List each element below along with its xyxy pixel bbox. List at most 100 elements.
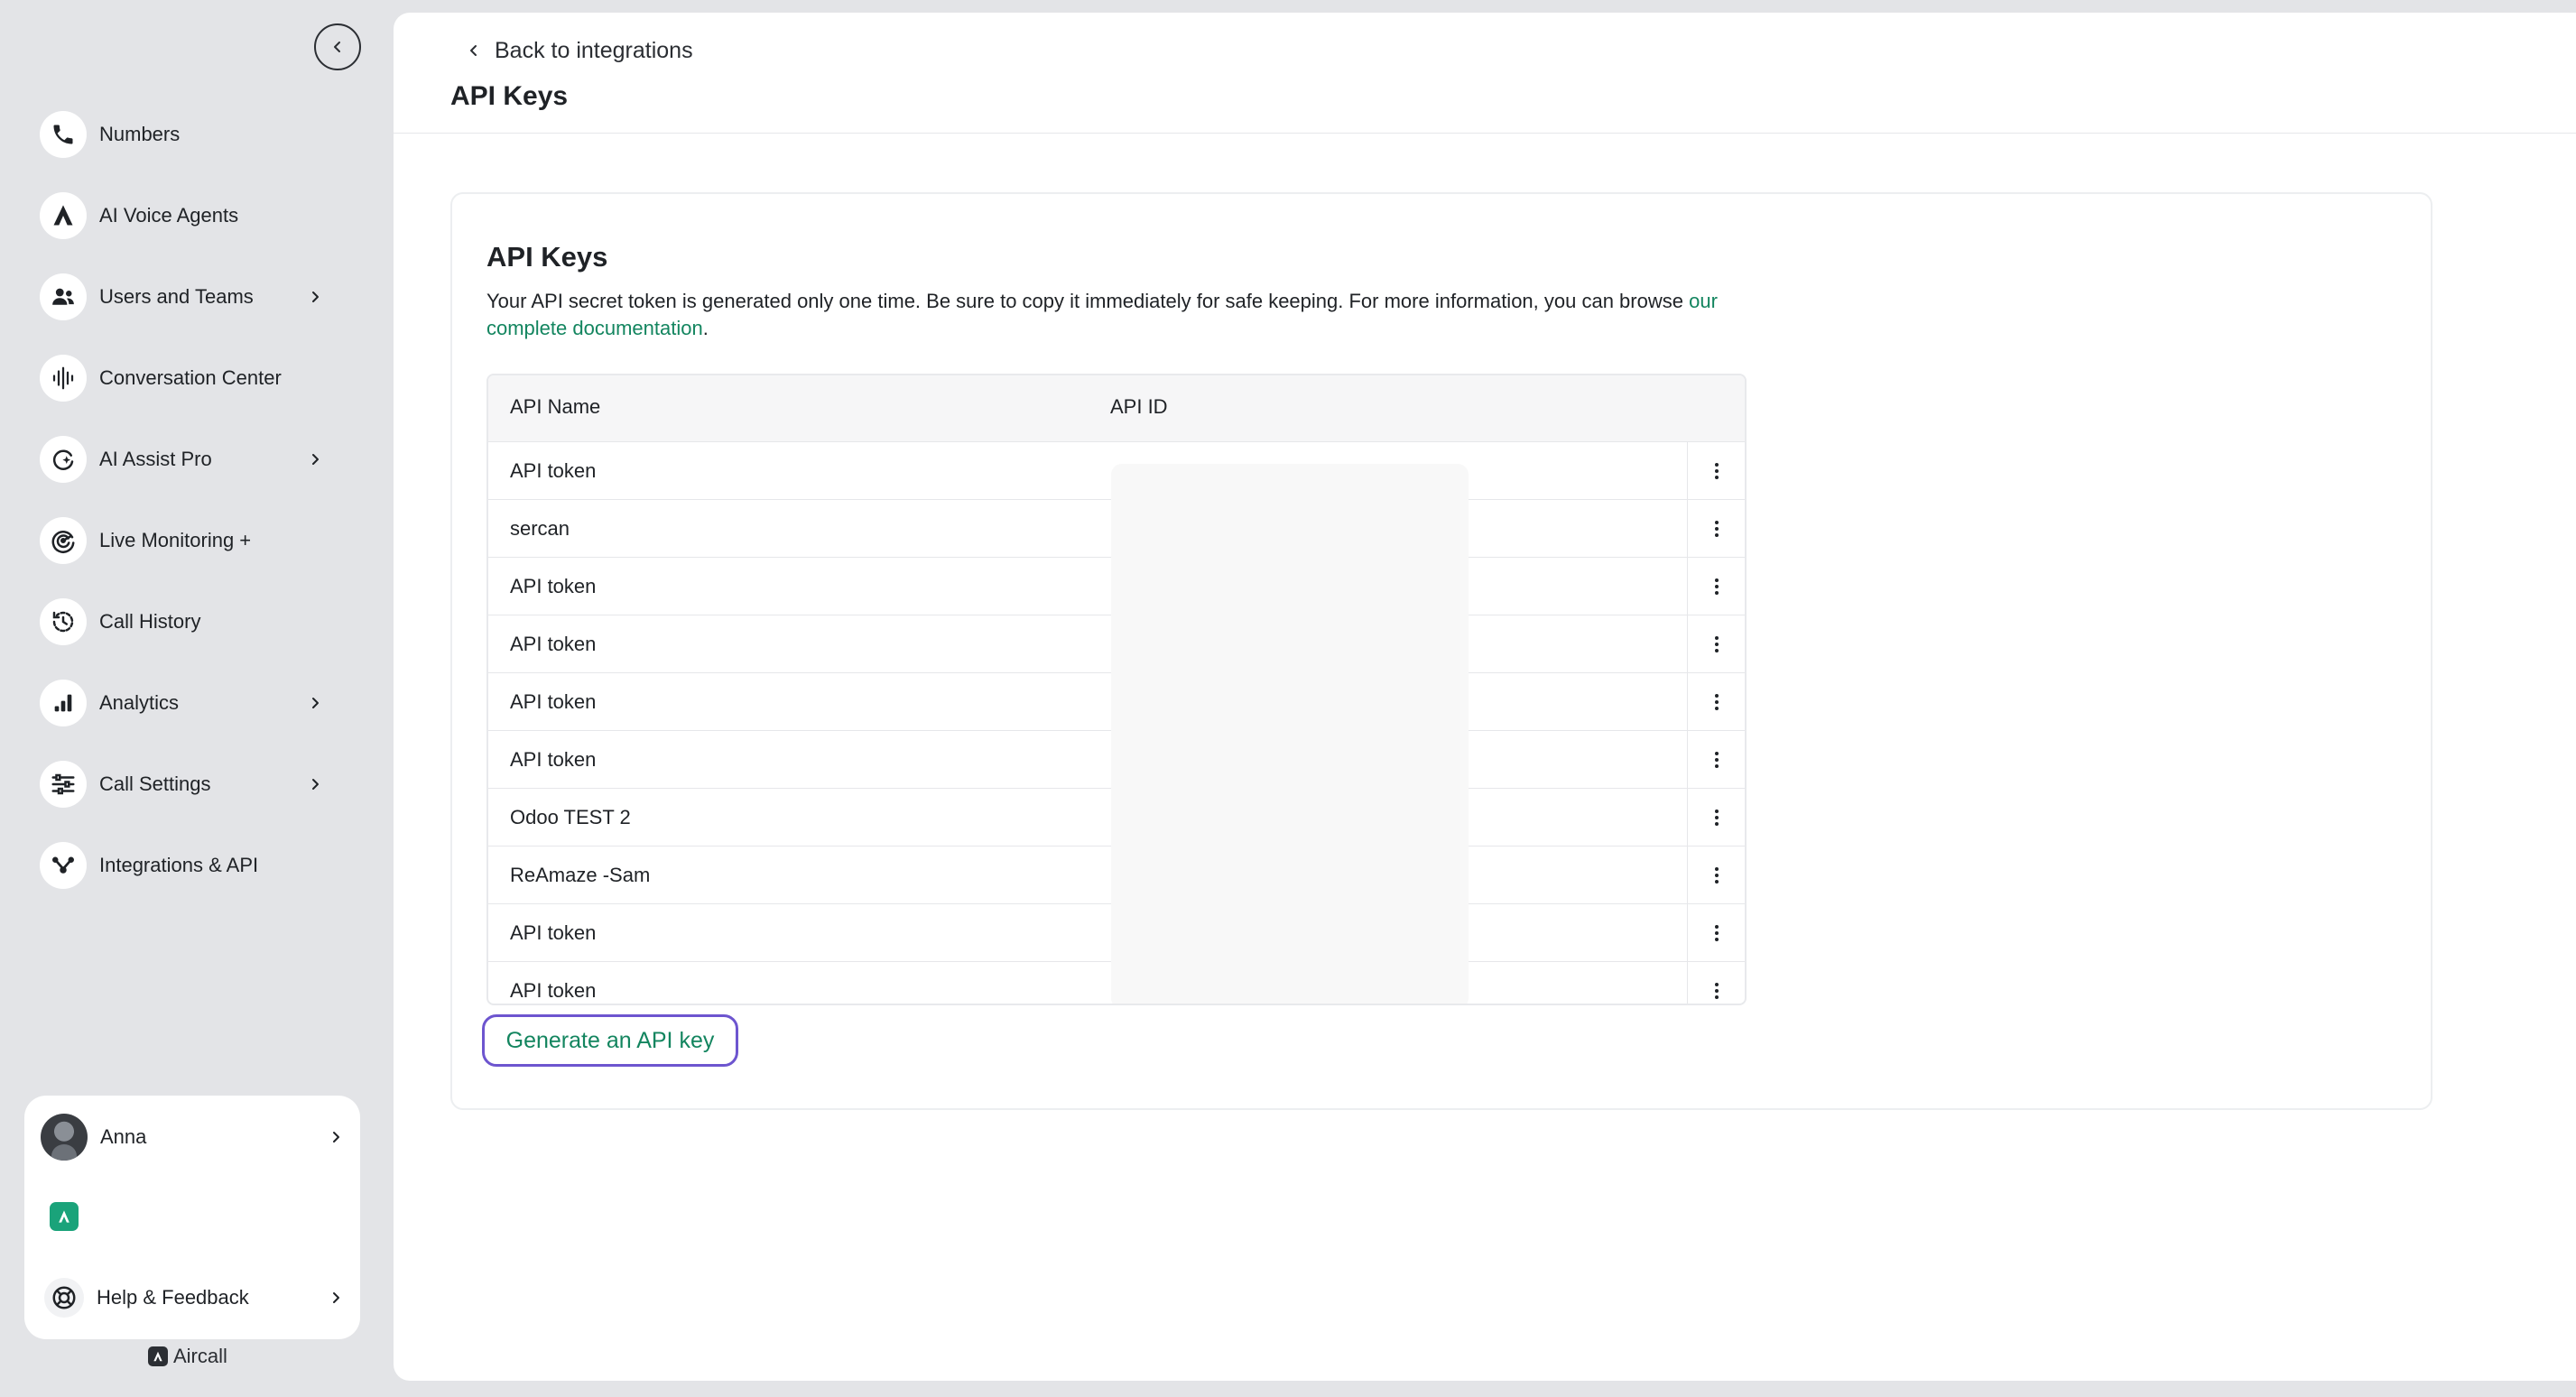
sidebar-item-label: Users and Teams bbox=[99, 285, 254, 308]
more-vertical-icon bbox=[1714, 983, 1719, 999]
table-header: API Name API ID bbox=[488, 375, 1745, 442]
analytics-icon bbox=[40, 680, 87, 726]
api-name-cell: API token bbox=[510, 575, 597, 597]
chevron-left-icon bbox=[469, 44, 478, 57]
row-actions-button[interactable] bbox=[1687, 962, 1745, 1004]
sidebar-item-call-history[interactable]: Call History bbox=[40, 581, 329, 662]
more-vertical-icon bbox=[1714, 694, 1719, 710]
page-title: API Keys bbox=[450, 81, 569, 111]
redacted-api-id-column bbox=[1111, 464, 1469, 1004]
sidebar-item-label: Integrations & API bbox=[99, 854, 259, 876]
sidebar-item-ai-voice-agents[interactable]: AI Voice Agents bbox=[40, 175, 329, 256]
avatar bbox=[41, 1114, 88, 1161]
sidebar-item-live-monitoring[interactable]: Live Monitoring + bbox=[40, 500, 329, 581]
sidebar-item-label: Call Settings bbox=[99, 773, 211, 795]
sidebar-item-analytics[interactable]: Analytics bbox=[40, 662, 329, 744]
brand-footer: Aircall bbox=[148, 1343, 227, 1370]
chevron-right-icon bbox=[309, 453, 321, 466]
more-vertical-icon bbox=[1714, 867, 1719, 884]
generate-api-key-button[interactable]: Generate an API key bbox=[482, 1014, 738, 1067]
chevron-left-icon bbox=[334, 42, 340, 52]
sidebar-item-label: Analytics bbox=[99, 691, 180, 714]
api-name-cell: sercan bbox=[510, 517, 570, 540]
row-actions-button[interactable] bbox=[1687, 558, 1745, 615]
phone-icon bbox=[40, 111, 87, 158]
lifebuoy-icon bbox=[44, 1278, 84, 1318]
sidebar-nav: Numbers AI Voice Agents Users and Teams bbox=[40, 94, 329, 906]
main-panel: Back to integrations API Keys API Keys Y… bbox=[394, 13, 2576, 1381]
ai-agent-icon bbox=[40, 192, 87, 239]
more-vertical-icon bbox=[1714, 810, 1719, 826]
sidebar-item-label: Call History bbox=[99, 610, 201, 633]
chevron-right-icon bbox=[309, 697, 321, 709]
row-actions-button[interactable] bbox=[1687, 847, 1745, 904]
sidebar-item-numbers[interactable]: Numbers bbox=[40, 94, 329, 175]
row-actions-button[interactable] bbox=[1687, 500, 1745, 558]
api-name-cell: API token bbox=[510, 979, 597, 1002]
app-root: Numbers AI Voice Agents Users and Teams bbox=[0, 0, 2576, 1397]
ai-assist-icon bbox=[40, 436, 87, 483]
more-vertical-icon bbox=[1714, 752, 1719, 768]
api-name-cell: API token bbox=[510, 921, 597, 944]
card-title: API Keys bbox=[486, 241, 608, 273]
integrations-icon bbox=[40, 842, 87, 889]
row-actions-button[interactable] bbox=[1687, 442, 1745, 500]
back-link-label: Back to integrations bbox=[495, 37, 693, 63]
live-monitoring-icon bbox=[40, 517, 87, 564]
sidebar-item-label: Numbers bbox=[99, 123, 181, 145]
brand-label: Aircall bbox=[173, 1345, 227, 1367]
sidebar-item-label: AI Voice Agents bbox=[99, 204, 239, 227]
api-keys-table: API Name API ID API token sercan API tok… bbox=[486, 374, 1747, 1005]
account-menu[interactable]: Anna bbox=[41, 1112, 344, 1162]
column-header-api-id: API ID bbox=[1110, 395, 1168, 418]
sliders-icon bbox=[40, 761, 87, 808]
header-divider bbox=[394, 133, 2576, 134]
sidebar: Numbers AI Voice Agents Users and Teams bbox=[0, 0, 394, 1397]
sidebar-item-ai-assist-pro[interactable]: AI Assist Pro bbox=[40, 419, 329, 500]
more-vertical-icon bbox=[1714, 463, 1719, 479]
collapse-sidebar-button[interactable] bbox=[314, 23, 361, 70]
sidebar-item-label: AI Assist Pro bbox=[99, 448, 212, 470]
row-actions-button[interactable] bbox=[1687, 731, 1745, 789]
workspace-switcher[interactable] bbox=[41, 1191, 344, 1242]
row-actions-button[interactable] bbox=[1687, 789, 1745, 847]
row-actions-button[interactable] bbox=[1687, 673, 1745, 731]
users-icon bbox=[40, 273, 87, 320]
column-header-api-name: API Name bbox=[510, 395, 601, 418]
account-card: Anna Help & Feedback bbox=[24, 1096, 360, 1339]
sidebar-item-conversation-center[interactable]: Conversation Center bbox=[40, 338, 329, 419]
sidebar-item-call-settings[interactable]: Call Settings bbox=[40, 744, 329, 825]
description-end: . bbox=[702, 317, 709, 339]
more-vertical-icon bbox=[1714, 636, 1719, 652]
account-name: Anna bbox=[100, 1125, 147, 1148]
chevron-right-icon bbox=[331, 1291, 340, 1304]
api-name-cell: API token bbox=[510, 690, 597, 713]
help-feedback-item[interactable]: Help & Feedback bbox=[41, 1272, 344, 1323]
soundwave-icon bbox=[40, 355, 87, 402]
back-to-integrations-link[interactable]: Back to integrations bbox=[469, 32, 693, 69]
api-name-cell: API token bbox=[510, 633, 597, 655]
row-actions-button[interactable] bbox=[1687, 615, 1745, 673]
aircall-logo-icon bbox=[50, 1202, 79, 1231]
history-icon bbox=[40, 598, 87, 645]
description-text: Your API secret token is generated only … bbox=[486, 290, 1690, 312]
card-description: Your API secret token is generated only … bbox=[486, 288, 1768, 342]
chevron-right-icon bbox=[331, 1131, 340, 1143]
row-actions-button[interactable] bbox=[1687, 904, 1745, 962]
api-keys-card: API Keys Your API secret token is genera… bbox=[450, 192, 2432, 1110]
help-feedback-label: Help & Feedback bbox=[97, 1286, 249, 1309]
more-vertical-icon bbox=[1714, 578, 1719, 595]
more-vertical-icon bbox=[1714, 925, 1719, 941]
sidebar-item-label: Conversation Center bbox=[99, 366, 282, 389]
chevron-right-icon bbox=[309, 291, 321, 303]
sidebar-item-integrations-api[interactable]: Integrations & API bbox=[40, 825, 329, 906]
api-name-cell: API token bbox=[510, 459, 597, 482]
more-vertical-icon bbox=[1714, 521, 1719, 537]
chevron-right-icon bbox=[309, 778, 321, 791]
api-name-cell: API token bbox=[510, 748, 597, 771]
api-name-cell: Odoo TEST 2 bbox=[510, 806, 631, 828]
sidebar-item-users-and-teams[interactable]: Users and Teams bbox=[40, 256, 329, 338]
api-name-cell: ReAmaze -Sam bbox=[510, 864, 651, 886]
aircall-logo-icon bbox=[148, 1346, 168, 1366]
sidebar-item-label: Live Monitoring + bbox=[99, 529, 252, 551]
